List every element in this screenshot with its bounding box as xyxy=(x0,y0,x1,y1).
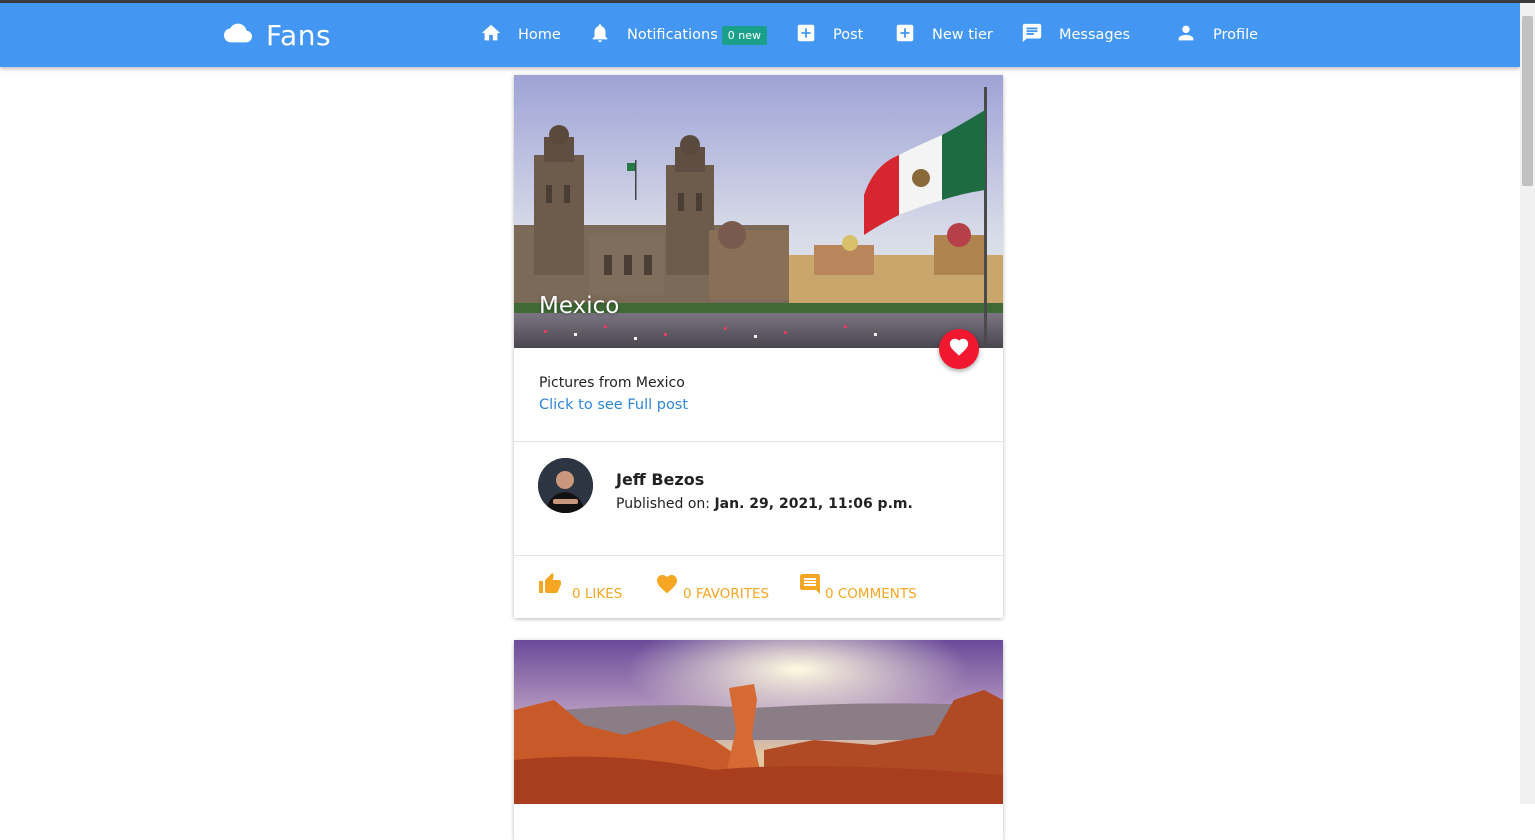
nav-new-tier-label: New tier xyxy=(932,27,993,43)
published-date: Published on: Jan. 29, 2021, 11:06 p.m. xyxy=(616,496,913,512)
bell-icon xyxy=(589,22,611,48)
add-box-icon xyxy=(894,22,916,48)
thumb-up-icon xyxy=(538,572,562,600)
heart-icon xyxy=(948,336,970,362)
favorites-action[interactable]: 0 FAVORITES xyxy=(655,572,770,602)
nav-messages[interactable]: Messages xyxy=(1021,3,1130,67)
nav-profile-label: Profile xyxy=(1213,27,1259,43)
heart-icon xyxy=(655,572,679,600)
post-image[interactable] xyxy=(514,640,1003,804)
nav-home[interactable]: Home xyxy=(480,3,561,67)
person-icon xyxy=(1175,22,1197,48)
likes-count: 0 LIKES xyxy=(572,586,623,602)
home-icon xyxy=(480,22,502,48)
nav-profile[interactable]: Profile xyxy=(1175,3,1258,67)
message-icon xyxy=(1021,22,1043,48)
add-box-icon xyxy=(795,22,817,48)
scrollbar-thumb[interactable] xyxy=(1522,16,1533,186)
full-post-link[interactable]: Click to see Full post xyxy=(539,397,688,413)
nav-notifications-label: Notifications xyxy=(627,27,718,43)
top-navbar: Fans Home Notifications 0 new Post New t… xyxy=(0,3,1520,67)
divider xyxy=(514,555,1003,556)
post-card xyxy=(514,640,1003,840)
author-name[interactable]: Jeff Bezos xyxy=(616,470,704,489)
nav-new-tier[interactable]: New tier xyxy=(894,3,993,67)
nav-post-label: Post xyxy=(833,27,864,43)
post-title: Mexico xyxy=(539,293,620,319)
comment-icon xyxy=(798,572,822,600)
post-image[interactable]: Mexico xyxy=(514,75,1003,348)
likes-action[interactable]: 0 LIKES xyxy=(538,572,623,602)
nav-post[interactable]: Post xyxy=(795,3,863,67)
favorite-button[interactable] xyxy=(939,329,979,369)
favorites-count: 0 FAVORITES xyxy=(683,586,770,602)
nav-messages-label: Messages xyxy=(1059,27,1131,43)
published-label: Published on: xyxy=(616,496,711,512)
post-description: Pictures from Mexico xyxy=(539,375,685,391)
nav-home-label: Home xyxy=(518,27,561,43)
notifications-badge: 0 new xyxy=(721,25,767,45)
divider xyxy=(514,441,1003,442)
published-value: Jan. 29, 2021, 11:06 p.m. xyxy=(714,496,913,512)
comments-action[interactable]: 0 COMMENTS xyxy=(798,572,917,602)
comments-count: 0 COMMENTS xyxy=(825,586,917,602)
brand-name: Fans xyxy=(266,18,332,52)
nav-notifications[interactable]: Notifications 0 new xyxy=(589,3,767,67)
post-card: Mexico Pictures from Mexico Click to see… xyxy=(514,75,1003,618)
cloud-icon xyxy=(224,19,252,51)
brand[interactable]: Fans xyxy=(224,17,331,53)
author-avatar[interactable] xyxy=(538,458,593,513)
